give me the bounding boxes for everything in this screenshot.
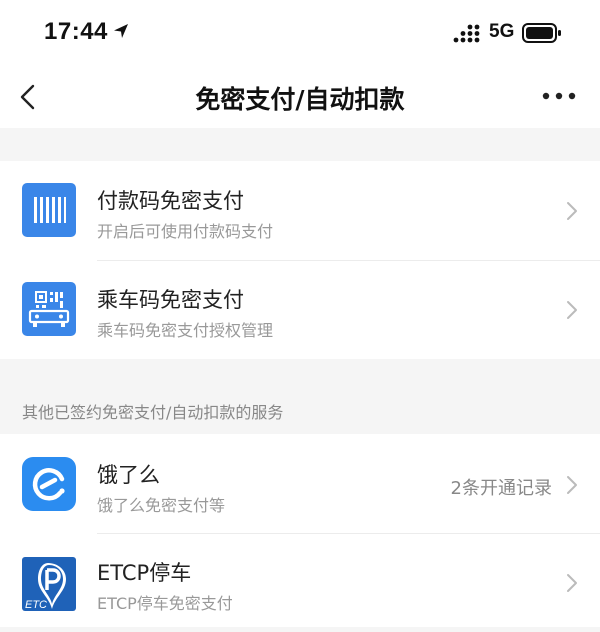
more-dots-icon[interactable] (540, 90, 578, 102)
transit-code-icon (22, 282, 76, 336)
eleme-logo-icon (22, 457, 76, 511)
list-item-subtitle: 饿了么免密支付等 (97, 496, 226, 515)
list-item-subtitle: ETCP停车免密支付 (97, 594, 233, 613)
list-item-title: 饿了么 (97, 463, 160, 487)
nav-bar: 免密支付/自动扣款 (0, 66, 600, 128)
primary-payment-list: 付款码免密支付 开启后可使用付款码支付 乘车码免密支付 乘车码免密支付授权管理 (0, 161, 600, 359)
svg-text:ETC: ETC (25, 599, 47, 611)
top-spacer (0, 128, 600, 161)
list-item-eleme[interactable]: 饿了么 饿了么免密支付等 2条开通记录 (0, 434, 600, 533)
chevron-right-icon (567, 202, 577, 220)
chevron-right-icon (567, 574, 577, 592)
chevron-right-icon (567, 476, 577, 494)
chevron-right-icon (567, 301, 577, 319)
battery-icon (522, 23, 561, 43)
list-item-title: ETCP停车 (97, 561, 192, 585)
page-title: 免密支付/自动扣款 (195, 85, 405, 114)
record-count-label: 2条开通记录 (450, 478, 552, 499)
service-list: 饿了么 饿了么免密支付等 2条开通记录 ETC ETCP停车 ETCP停车免密支… (0, 434, 600, 627)
list-item-subtitle: 开启后可使用付款码支付 (97, 222, 274, 241)
list-item-etcp[interactable]: ETC ETCP停车 ETCP停车免密支付 (0, 533, 600, 632)
signal-icon (453, 24, 480, 43)
list-item-transit-code[interactable]: 乘车码免密支付 乘车码免密支付授权管理 (0, 260, 600, 359)
list-item-title: 乘车码免密支付 (97, 288, 244, 312)
list-item-payment-code[interactable]: 付款码免密支付 开启后可使用付款码支付 (0, 161, 600, 260)
status-bar: 17:44 5G (0, 0, 600, 66)
location-arrow-icon (114, 24, 128, 38)
list-item-subtitle: 乘车码免密支付授权管理 (97, 321, 274, 340)
status-time: 17:44 (44, 18, 108, 45)
section-header: 其他已签约免密支付/自动扣款的服务 (22, 403, 284, 422)
etcp-logo-icon: ETC (22, 557, 76, 611)
list-item-title: 付款码免密支付 (97, 189, 244, 213)
network-type: 5G (489, 21, 515, 42)
barcode-icon (22, 183, 76, 237)
